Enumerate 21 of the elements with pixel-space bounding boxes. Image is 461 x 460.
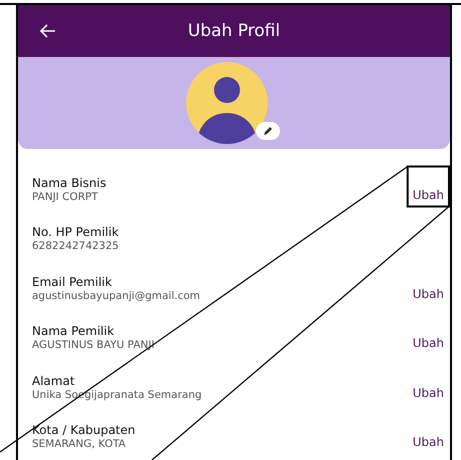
field-label: Kota / Kabupaten [32, 423, 136, 437]
field-value: PANJI CORPT [32, 190, 99, 202]
edit-link[interactable]: Ubah [412, 435, 444, 449]
field-label: Nama Pemilik [32, 324, 116, 338]
field-label: Email Pemilik [32, 274, 113, 288]
pencil-icon [262, 125, 274, 137]
field-value: SEMARANG, KOTA [32, 438, 127, 450]
back-arrow-icon [40, 24, 56, 38]
edit-link[interactable]: Ubah [412, 386, 444, 400]
avatar-icon[interactable] [186, 62, 268, 144]
screen-title: Ubah Profil [188, 21, 280, 41]
edit-link[interactable]: Ubah [412, 188, 444, 202]
field-value: agustinusbayupanji@gmail.com [32, 290, 200, 302]
field-label: Nama Bisnis [32, 176, 106, 190]
field-value: AGUSTINUS BAYU PANJI [32, 339, 154, 351]
edit-photo-button[interactable] [256, 122, 280, 140]
field-label: Alamat [32, 374, 76, 388]
edit-link[interactable]: Ubah [412, 336, 444, 350]
edit-link[interactable]: Ubah [412, 286, 444, 300]
field-label: No. HP Pemilik [32, 225, 119, 239]
field-value: 6282242742325 [32, 240, 119, 252]
